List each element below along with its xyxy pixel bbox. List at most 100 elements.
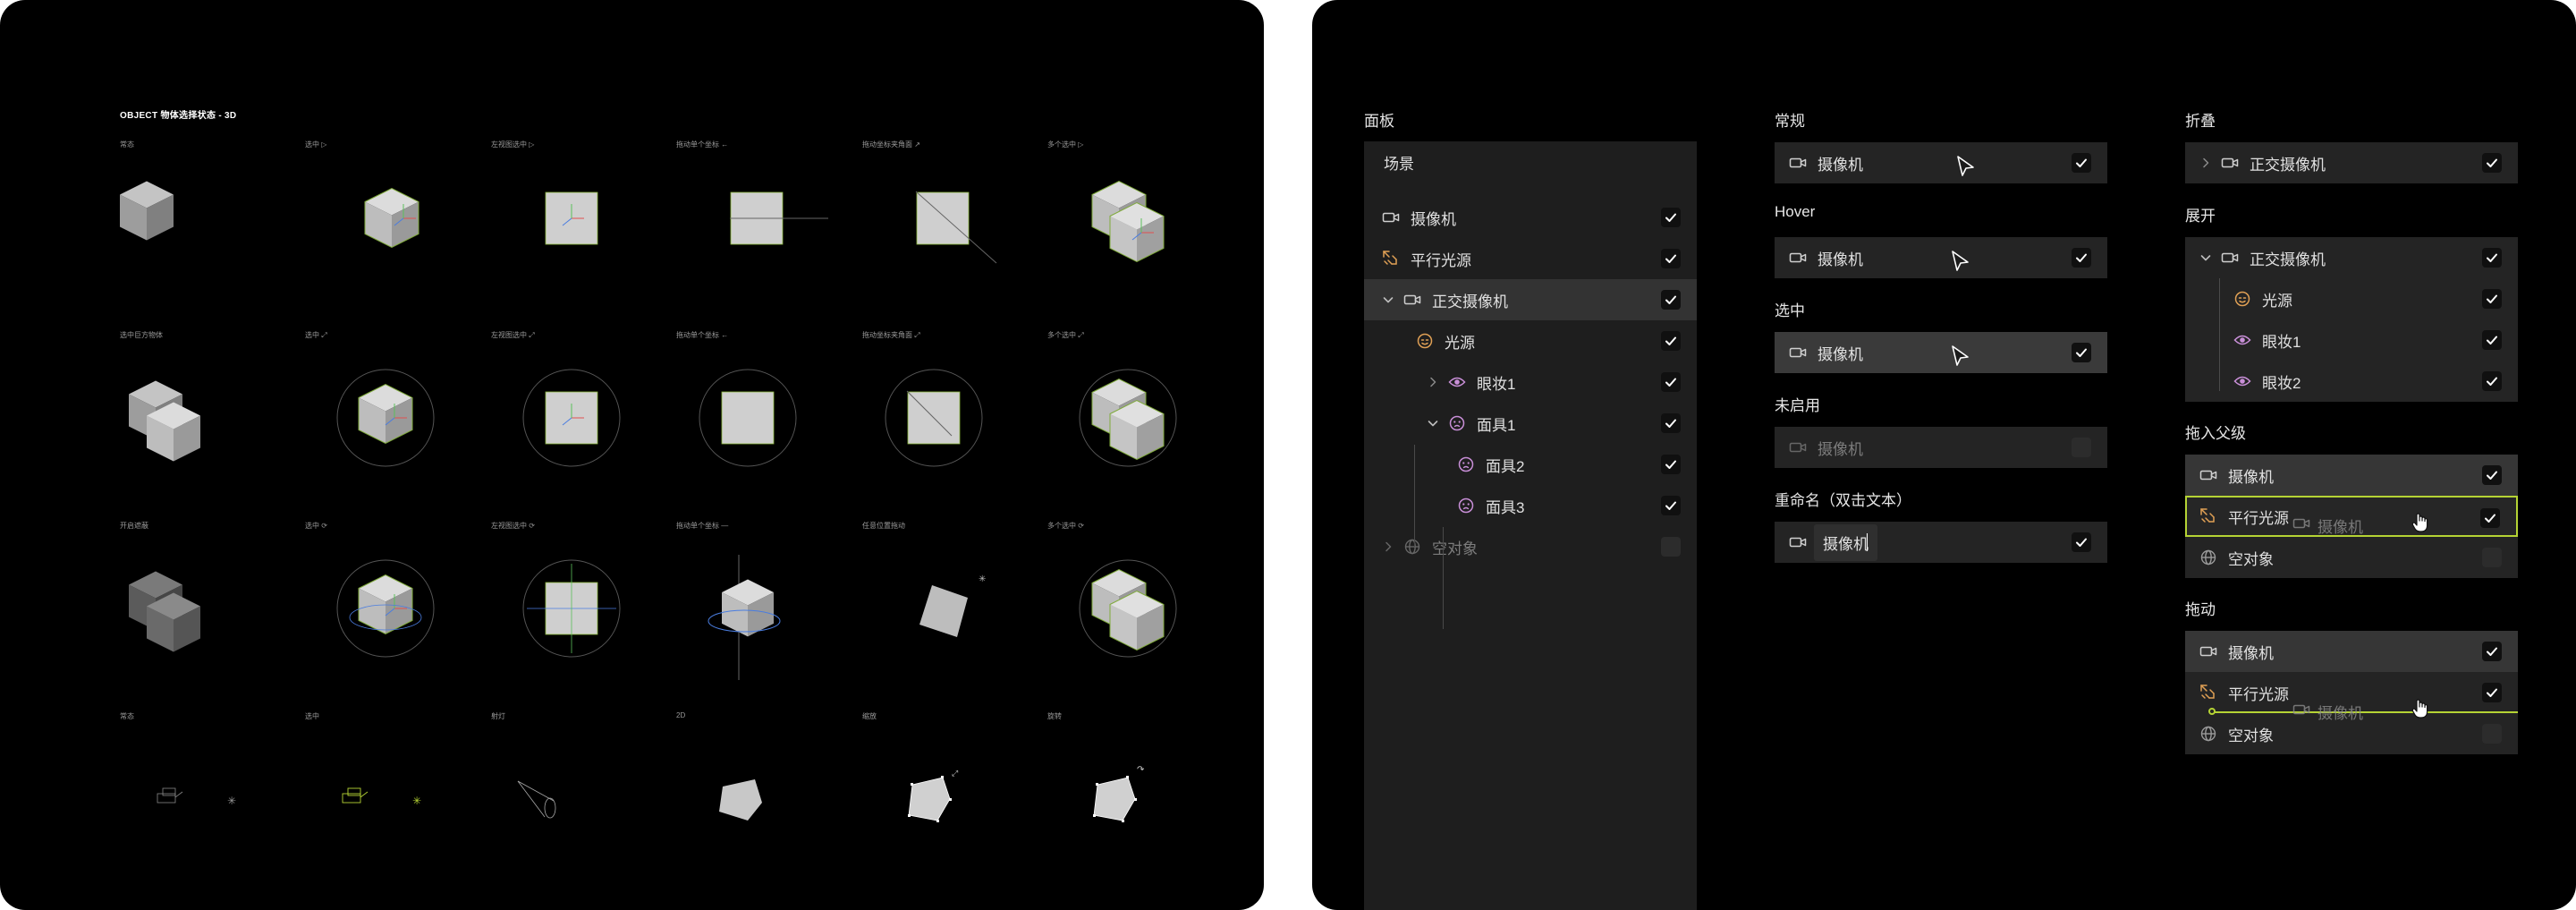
visibility-checkbox[interactable] [1661, 496, 1681, 515]
globe-icon [2199, 725, 2217, 743]
svg-text:⤢: ⤢ [951, 769, 958, 778]
camera-icon [2199, 466, 2217, 484]
camera-icon [1403, 291, 1421, 309]
state-cell-label: 多个选中 ▷ [1047, 140, 1084, 149]
visibility-checkbox[interactable] [1661, 331, 1681, 351]
state-row-normal[interactable]: 摄像机 [1775, 142, 2107, 183]
state-cell: 常态 [120, 140, 299, 310]
state-cell: 选中 ✳ [305, 711, 484, 881]
visibility-checkbox[interactable] [2482, 642, 2502, 661]
svg-text:✳: ✳ [412, 795, 421, 807]
camera-icon [2292, 702, 2310, 721]
pointer-cursor-icon [1950, 344, 1971, 372]
row-label: 摄像机 [1818, 440, 1863, 458]
state-cell: 多个选中 ⟳ [1047, 521, 1226, 691]
state-row-hover[interactable]: 摄像机 [1775, 237, 2107, 278]
chevron-right-icon[interactable] [2199, 157, 2212, 169]
expanded-child-row[interactable]: 眼妆2 [2185, 361, 2518, 402]
visibility-checkbox[interactable] [2072, 343, 2091, 362]
object-state-illustration [676, 727, 855, 880]
row-label: 面具2 [1486, 457, 1525, 475]
visibility-checkbox[interactable] [1661, 537, 1681, 557]
state-cell: 选中 ⤢ [305, 330, 484, 500]
visibility-checkbox[interactable] [2482, 683, 2502, 702]
scene-header-label: 场景 [1384, 155, 1414, 173]
expanded-child-row[interactable]: 眼妆1 [2185, 319, 2518, 361]
visibility-checkbox[interactable] [1661, 249, 1681, 268]
object-state-illustration [491, 346, 670, 498]
row-label: 摄像机 [2228, 644, 2274, 662]
state-cell-label: 开启遮蔽 [120, 522, 148, 530]
expanded-parent-row[interactable]: 正交摄像机 [2185, 237, 2518, 278]
text-caret [1867, 533, 1868, 551]
drag-row[interactable]: 摄像机 [2185, 631, 2518, 672]
object-state-illustration [491, 727, 670, 880]
pointer-cursor-icon [1950, 250, 1971, 277]
visibility-checkbox[interactable] [2482, 548, 2502, 567]
state-cell-label: 拖动单个坐标 — [676, 522, 729, 530]
row-label: 眼妆1 [2262, 333, 2301, 351]
state-cell-label: 选中 ⤢ [305, 331, 327, 339]
drop-indicator-line [2212, 711, 2518, 713]
visibility-checkbox[interactable] [2482, 465, 2502, 485]
state-cell-label: 左视图选中 ⤢ [491, 331, 535, 339]
object-state-illustration: ✳ [305, 727, 484, 880]
panel-tree-row[interactable]: 光源 [1364, 320, 1697, 361]
state-cell: 开启遮蔽 [120, 521, 299, 691]
visibility-checkbox[interactable] [2072, 153, 2091, 173]
object-state-illustration [676, 346, 855, 498]
object-state-illustration [1047, 156, 1226, 308]
object-state-illustration: ↷ [1047, 727, 1226, 880]
chevron-down-icon[interactable] [1427, 417, 1439, 429]
object-state-illustration [676, 537, 855, 689]
object-state-illustration: ⤢ [862, 727, 1041, 880]
hand-cursor-icon [2411, 698, 2430, 724]
drag-parent-row[interactable]: 摄像机 [2185, 455, 2518, 496]
visibility-checkbox[interactable] [2072, 248, 2091, 268]
panel-tree-row[interactable]: 摄像机 [1364, 197, 1697, 238]
state-cell: 拖动单个坐标 — [676, 521, 855, 691]
eye-icon [2233, 331, 2251, 349]
chevron-right-icon[interactable] [1427, 376, 1439, 388]
visibility-checkbox[interactable] [2482, 248, 2502, 268]
row-label: 摄像机 [1411, 210, 1456, 228]
visibility-checkbox[interactable] [2482, 724, 2502, 744]
chevron-right-icon[interactable] [1382, 540, 1394, 553]
chevron-down-icon[interactable] [1382, 293, 1394, 306]
state-row-rename[interactable]: 摄像机 [1775, 522, 2107, 563]
drop-indicator-dot [2208, 708, 2216, 715]
state-title-disabled: 未启用 [1775, 397, 1820, 414]
chevron-down-icon[interactable] [2199, 251, 2212, 264]
panel-tree-row[interactable]: 眼妆1 [1364, 361, 1697, 403]
collapsed-row[interactable]: 正交摄像机 [2185, 142, 2518, 183]
panel-tree-row[interactable]: 面具1 [1364, 403, 1697, 444]
state-row-selected[interactable]: 摄像机 [1775, 332, 2107, 373]
object-state-illustration [1047, 346, 1226, 498]
drag-parent-row[interactable]: 空对象 [2185, 537, 2518, 578]
visibility-checkbox[interactable] [2072, 532, 2091, 552]
state-cell: 常态 ✳ [120, 711, 299, 881]
board-title: OBJECT 物体选择状态 - 3D [120, 111, 237, 121]
visibility-checkbox[interactable] [2482, 289, 2502, 309]
visibility-checkbox[interactable] [2482, 153, 2502, 173]
visibility-checkbox[interactable] [2072, 438, 2091, 457]
camera-icon [1789, 154, 1807, 172]
visibility-checkbox[interactable] [1661, 455, 1681, 474]
state-row-disabled[interactable]: 摄像机 [1775, 427, 2107, 468]
state-cell: 选中 ⟳ [305, 521, 484, 691]
row-label: 眼妆2 [2262, 374, 2301, 392]
panel-tree-row[interactable]: 正交摄像机 [1364, 279, 1697, 320]
row-label: 摄像机 [1818, 156, 1863, 174]
visibility-checkbox[interactable] [1661, 413, 1681, 433]
visibility-checkbox[interactable] [1661, 208, 1681, 227]
object-state-illustration [305, 537, 484, 689]
visibility-checkbox[interactable] [1661, 290, 1681, 310]
visibility-checkbox[interactable] [2482, 371, 2502, 391]
eye-icon [2233, 372, 2251, 390]
visibility-checkbox[interactable] [2480, 508, 2500, 528]
expanded-child-row[interactable]: 光源 [2185, 278, 2518, 319]
visibility-checkbox[interactable] [2482, 330, 2502, 350]
panel-tree-row[interactable]: 平行光源 [1364, 238, 1697, 279]
state-cell: 射灯 [491, 711, 670, 881]
visibility-checkbox[interactable] [1661, 372, 1681, 392]
